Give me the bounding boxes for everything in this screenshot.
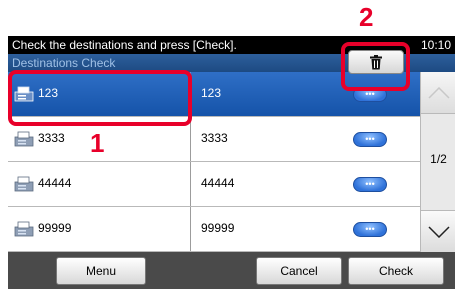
destination-address: 123 [190, 72, 340, 116]
fax-icon [14, 176, 34, 192]
fax-icon [14, 221, 34, 237]
menu-button[interactable]: Menu [56, 257, 146, 285]
scroll-down-button[interactable] [421, 210, 455, 252]
page-indicator: 1/2 [430, 152, 447, 166]
scroll-up-button[interactable] [421, 72, 455, 114]
destination-address: 44444 [190, 162, 340, 206]
destination-name: 44444 [38, 176, 72, 190]
list-scrollbar: 1/2 [420, 72, 455, 252]
status-message: Check the destinations and press [Check]… [12, 38, 237, 52]
footer-bar: Menu Cancel Check [8, 252, 455, 289]
destination-address: 3333 [190, 117, 340, 161]
destination-name: 99999 [38, 221, 72, 235]
more-icon[interactable]: ••• [353, 132, 387, 147]
check-button[interactable]: Check [348, 257, 444, 285]
cancel-button[interactable]: Cancel [256, 257, 342, 285]
destination-name: 3333 [38, 131, 65, 145]
fax-icon [14, 131, 34, 147]
clock: 10:10 [420, 38, 451, 52]
more-icon[interactable]: ••• [353, 222, 387, 237]
destination-row[interactable]: 99999 99999 ••• [8, 207, 420, 252]
chevron-up-icon [427, 86, 450, 99]
destination-row[interactable]: 44444 44444 ••• [8, 162, 420, 207]
chevron-down-icon [427, 225, 450, 238]
callout-number-2: 2 [359, 2, 374, 32]
callout-box-1 [8, 70, 192, 126]
callout-box-2 [341, 42, 410, 91]
destination-address: 99999 [190, 207, 340, 251]
more-icon[interactable]: ••• [353, 177, 387, 192]
callout-number-1: 1 [90, 128, 105, 158]
